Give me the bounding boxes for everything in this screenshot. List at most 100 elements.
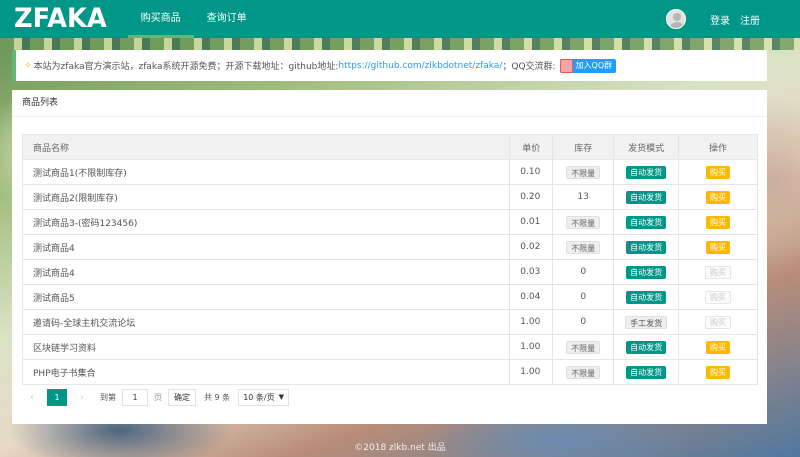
product-price: 0.04 (509, 284, 554, 310)
product-stock-cell: 不限量 (552, 359, 615, 385)
table-row: 测试商品4 0.02 不限量 自动发货 购买 (21, 234, 758, 260)
action-cell: 购买 (678, 359, 758, 385)
join-qq-group-label: 加入QQ群 (575, 61, 613, 70)
next-page-button[interactable]: › (72, 392, 92, 403)
buy-button: 购买 (705, 265, 732, 279)
stock-value: 0 (580, 292, 587, 302)
buy-button: 购买 (705, 290, 732, 304)
delivery-mode-cell: 自动发货 (613, 184, 680, 210)
product-price: 1.00 (509, 309, 554, 335)
main-nav: 购买商品 查询订单 (127, 0, 260, 38)
total-count: 共 9 条 (204, 392, 231, 402)
login-link[interactable]: 登录 (710, 12, 730, 27)
table-row: 测试商品1(不限制库存) 0.10 不限量 自动发货 购买 (21, 159, 758, 185)
qq-group-icon (559, 58, 573, 73)
product-name: 测试商品2(限制库存) (21, 184, 511, 210)
stock-badge: 不限量 (566, 340, 601, 354)
action-cell: 购买 (678, 259, 758, 285)
delivery-mode-cell: 自动发货 (613, 259, 680, 285)
action-cell: 购买 (678, 184, 758, 210)
buy-button[interactable]: 购买 (706, 190, 731, 204)
stock-badge: 不限量 (566, 165, 601, 179)
announcement-bar: ✧ 本站为zfaka官方演示站，zfaka系统开源免费；开源下载地址：githu… (12, 50, 767, 81)
stock-value: 0 (580, 267, 587, 277)
product-name: 测试商品5 (21, 284, 511, 310)
delivery-mode-cell: 自动发货 (613, 334, 680, 360)
goto-page-input[interactable]: 1 (122, 388, 148, 406)
top-navbar: ZFAKA 购买商品 查询订单 登录 注册 (0, 0, 800, 38)
footer-copyright: ©2018 zlkb.net 出品 (354, 443, 446, 453)
product-stock-cell: 13 (552, 184, 615, 210)
stock-badge: 不限量 (566, 215, 601, 229)
site-logo[interactable]: ZFAKA (14, 0, 107, 38)
goto-confirm-button[interactable]: 确定 (168, 388, 196, 406)
delivery-mode-badge: 手工发货 (625, 315, 668, 329)
product-name: PHP电子书集合 (21, 359, 511, 385)
product-price: 0.01 (509, 209, 554, 235)
nav-query-orders[interactable]: 查询订单 (194, 0, 260, 38)
delivery-mode-cell: 自动发货 (613, 209, 680, 235)
delivery-mode-badge: 自动发货 (626, 365, 667, 379)
col-header-delivery-mode: 发货模式 (613, 134, 680, 160)
product-name: 测试商品4 (21, 259, 511, 285)
sparkle-icon: ✧ (24, 60, 32, 71)
product-name: 测试商品4 (21, 234, 511, 260)
table-row: 测试商品4 0.03 0 自动发货 购买 (21, 259, 758, 285)
page-size-select[interactable]: 10 条/页 ▼ (238, 388, 289, 406)
table-row: 区块链学习资料 1.00 不限量 自动发货 购买 (21, 334, 758, 360)
delivery-mode-badge: 自动发货 (626, 265, 667, 279)
user-avatar-icon[interactable] (666, 9, 686, 29)
col-header-action: 操作 (678, 134, 758, 160)
delivery-mode-cell: 自动发货 (613, 159, 680, 185)
delivery-mode-badge: 自动发货 (626, 215, 667, 229)
buy-button[interactable]: 购买 (706, 215, 731, 229)
buy-button[interactable]: 购买 (706, 240, 731, 254)
buy-button[interactable]: 购买 (706, 340, 731, 354)
announcement-qq-label: ；QQ交流群: (502, 62, 556, 72)
delivery-mode-badge: 自动发货 (626, 165, 667, 179)
table-row: 测试商品2(限制库存) 0.20 13 自动发货 购买 (21, 184, 758, 210)
stock-value: 13 (577, 192, 589, 202)
action-cell: 购买 (678, 234, 758, 260)
pagination: ‹ 1 › 到第 1 页 确定 共 9 条 10 条/页 ▼ (22, 387, 289, 407)
prev-page-button[interactable]: ‹ (22, 392, 42, 403)
stock-badge: 不限量 (566, 365, 601, 379)
product-name: 区块链学习资料 (21, 334, 511, 360)
table-row: 邀请码-全球主机交流论坛 1.00 0 手工发货 购买 (21, 309, 758, 335)
action-cell: 购买 (678, 209, 758, 235)
buy-button[interactable]: 购买 (706, 365, 731, 379)
stock-value: 0 (580, 317, 587, 327)
product-price: 0.20 (509, 184, 554, 210)
product-name: 测试商品3-(密码123456) (21, 209, 511, 235)
delivery-mode-badge: 自动发货 (626, 240, 667, 254)
action-cell: 购买 (678, 159, 758, 185)
product-stock-cell: 不限量 (552, 234, 615, 260)
delivery-mode-badge: 自动发货 (626, 340, 667, 354)
product-price: 1.00 (509, 334, 554, 360)
product-name: 测试商品1(不限制库存) (21, 159, 511, 185)
delivery-mode-badge: 自动发货 (626, 190, 667, 204)
github-link[interactable]: https://github.com/zlkbdotnet/zfaka/ (338, 61, 502, 71)
join-qq-group-button[interactable]: 加入QQ群 (559, 58, 617, 73)
product-price: 1.00 (509, 359, 554, 385)
nav-buy-products[interactable]: 购买商品 (127, 0, 194, 38)
action-cell: 购买 (678, 334, 758, 360)
page-unit-label: 页 (154, 392, 162, 402)
register-link[interactable]: 注册 (740, 12, 760, 27)
background-decoration (0, 38, 800, 50)
product-price: 0.02 (509, 234, 554, 260)
product-price: 0.03 (509, 259, 554, 285)
caret-down-icon: ▼ (278, 392, 284, 401)
user-area: 登录 注册 (666, 9, 760, 29)
product-price: 0.10 (509, 159, 554, 185)
goto-label: 到第 (100, 392, 116, 402)
page-size-value: 10 条/页 (243, 392, 275, 402)
product-name: 邀请码-全球主机交流论坛 (21, 309, 511, 335)
delivery-mode-badge: 自动发货 (626, 290, 667, 304)
product-stock-cell: 不限量 (552, 334, 615, 360)
product-table: 商品名称 单价 库存 发货模式 操作 测试商品1(不限制库存) 0.10 不限量… (21, 134, 758, 385)
card-title: 商品列表 (12, 90, 767, 117)
product-stock-cell: 不限量 (552, 159, 615, 185)
buy-button[interactable]: 购买 (706, 165, 731, 179)
page-1-button[interactable]: 1 (47, 388, 67, 406)
